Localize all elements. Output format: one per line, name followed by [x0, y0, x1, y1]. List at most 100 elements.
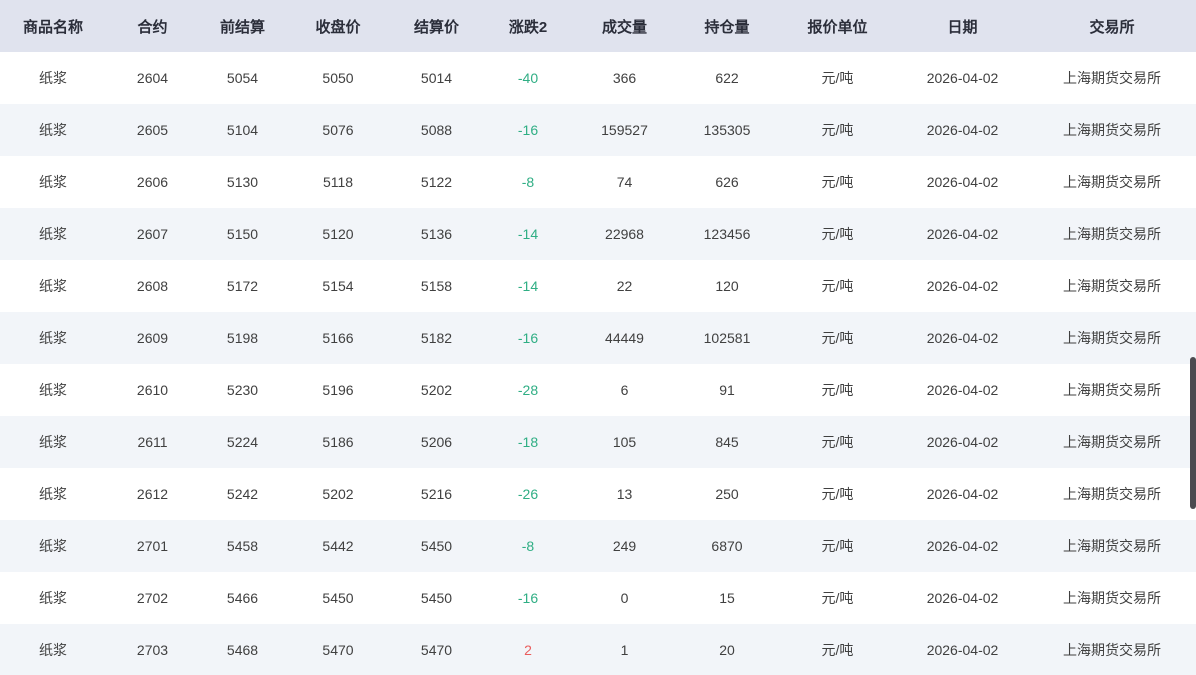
cell-volume: 1	[573, 624, 676, 675]
cell-volume: 22968	[573, 208, 676, 260]
table-row[interactable]: 纸浆 2609 5198 5166 5182 -16 44449 102581 元/吨 2026-…	[0, 312, 1196, 364]
cell-close: 5120	[286, 208, 390, 260]
cell-prev_settle: 5172	[199, 260, 286, 312]
column-header-close: 收盘价	[286, 0, 390, 52]
cell-exchange: 上海期货交易所	[1028, 416, 1196, 468]
cell-close: 5118	[286, 156, 390, 208]
cell-volume: 22	[573, 260, 676, 312]
cell-contract: 2605	[106, 104, 199, 156]
cell-volume: 44449	[573, 312, 676, 364]
cell-settle: 5450	[390, 572, 483, 624]
cell-contract: 2701	[106, 520, 199, 572]
cell-open_interest: 15	[676, 572, 778, 624]
cell-change: -16	[483, 572, 573, 624]
cell-volume: 6	[573, 364, 676, 416]
cell-settle: 5122	[390, 156, 483, 208]
cell-open_interest: 123456	[676, 208, 778, 260]
cell-name: 纸浆	[0, 156, 106, 208]
cell-change: -28	[483, 364, 573, 416]
cell-open_interest: 626	[676, 156, 778, 208]
column-header-exchange: 交易所	[1028, 0, 1196, 52]
cell-unit: 元/吨	[778, 156, 897, 208]
vertical-scrollbar-thumb[interactable]	[1190, 357, 1196, 509]
column-header-unit: 报价单位	[778, 0, 897, 52]
cell-date: 2026-04-02	[897, 468, 1028, 520]
cell-settle: 5182	[390, 312, 483, 364]
table-row[interactable]: 纸浆 2604 5054 5050 5014 -40 366 622 元/吨 2026-04-02…	[0, 52, 1196, 104]
cell-prev_settle: 5054	[199, 52, 286, 104]
table-row[interactable]: 纸浆 2701 5458 5442 5450 -8 249 6870 元/吨 2026-04-02…	[0, 520, 1196, 572]
table-row[interactable]: 纸浆 2605 5104 5076 5088 -16 159527 135305 元/吨 2026…	[0, 104, 1196, 156]
cell-name: 纸浆	[0, 624, 106, 675]
cell-date: 2026-04-02	[897, 52, 1028, 104]
cell-contract: 2611	[106, 416, 199, 468]
cell-open_interest: 20	[676, 624, 778, 675]
cell-prev_settle: 5130	[199, 156, 286, 208]
cell-unit: 元/吨	[778, 52, 897, 104]
cell-name: 纸浆	[0, 416, 106, 468]
cell-contract: 2612	[106, 468, 199, 520]
cell-close: 5166	[286, 312, 390, 364]
cell-volume: 74	[573, 156, 676, 208]
cell-settle: 5088	[390, 104, 483, 156]
cell-contract: 2609	[106, 312, 199, 364]
cell-change: -8	[483, 520, 573, 572]
cell-prev_settle: 5466	[199, 572, 286, 624]
cell-settle: 5206	[390, 416, 483, 468]
cell-exchange: 上海期货交易所	[1028, 364, 1196, 416]
table-row[interactable]: 纸浆 2610 5230 5196 5202 -28 6 91 元/吨 2026-04-02 上海期…	[0, 364, 1196, 416]
cell-change: -14	[483, 260, 573, 312]
cell-change: -26	[483, 468, 573, 520]
cell-change: -16	[483, 312, 573, 364]
cell-date: 2026-04-02	[897, 312, 1028, 364]
cell-unit: 元/吨	[778, 104, 897, 156]
table-row[interactable]: 纸浆 2611 5224 5186 5206 -18 105 845 元/吨 2026-04-02…	[0, 416, 1196, 468]
cell-close: 5186	[286, 416, 390, 468]
cell-contract: 2607	[106, 208, 199, 260]
cell-change: -16	[483, 104, 573, 156]
cell-contract: 2703	[106, 624, 199, 675]
cell-date: 2026-04-02	[897, 260, 1028, 312]
cell-date: 2026-04-02	[897, 520, 1028, 572]
cell-close: 5076	[286, 104, 390, 156]
cell-unit: 元/吨	[778, 364, 897, 416]
table-header-row: 商品名称 合约 前结算 收盘价 结算价 涨跌2 成交量 持仓量 报价单位 日期 交易所	[0, 0, 1196, 52]
cell-volume: 249	[573, 520, 676, 572]
cell-close: 5050	[286, 52, 390, 104]
cell-unit: 元/吨	[778, 208, 897, 260]
column-header-contract: 合约	[106, 0, 199, 52]
cell-close: 5450	[286, 572, 390, 624]
cell-unit: 元/吨	[778, 416, 897, 468]
cell-name: 纸浆	[0, 468, 106, 520]
table-row[interactable]: 纸浆 2607 5150 5120 5136 -14 22968 123456 元/吨 2026-…	[0, 208, 1196, 260]
table-row[interactable]: 纸浆 2702 5466 5450 5450 -16 0 15 元/吨 2026-04-02 上海期…	[0, 572, 1196, 624]
cell-exchange: 上海期货交易所	[1028, 624, 1196, 675]
cell-prev_settle: 5458	[199, 520, 286, 572]
cell-change: -18	[483, 416, 573, 468]
table-row[interactable]: 纸浆 2703 5468 5470 5470 2 1 20 元/吨 2026-04-02 上海期货交…	[0, 624, 1196, 675]
cell-open_interest: 845	[676, 416, 778, 468]
cell-volume: 159527	[573, 104, 676, 156]
cell-prev_settle: 5198	[199, 312, 286, 364]
cell-open_interest: 91	[676, 364, 778, 416]
cell-volume: 0	[573, 572, 676, 624]
table-row[interactable]: 纸浆 2608 5172 5154 5158 -14 22 120 元/吨 2026-04-02 上…	[0, 260, 1196, 312]
cell-contract: 2702	[106, 572, 199, 624]
cell-date: 2026-04-02	[897, 156, 1028, 208]
cell-unit: 元/吨	[778, 520, 897, 572]
table-row[interactable]: 纸浆 2612 5242 5202 5216 -26 13 250 元/吨 2026-04-02 上…	[0, 468, 1196, 520]
cell-exchange: 上海期货交易所	[1028, 260, 1196, 312]
cell-date: 2026-04-02	[897, 416, 1028, 468]
cell-open_interest: 6870	[676, 520, 778, 572]
cell-prev_settle: 5224	[199, 416, 286, 468]
cell-unit: 元/吨	[778, 468, 897, 520]
cell-prev_settle: 5230	[199, 364, 286, 416]
table-body: 纸浆 2604 5054 5050 5014 -40 366 622 元/吨 2026-04-02…	[0, 52, 1196, 675]
column-header-date: 日期	[897, 0, 1028, 52]
table-row[interactable]: 纸浆 2606 5130 5118 5122 -8 74 626 元/吨 2026-04-02 上海…	[0, 156, 1196, 208]
cell-change: -40	[483, 52, 573, 104]
cell-settle: 5470	[390, 624, 483, 675]
cell-exchange: 上海期货交易所	[1028, 208, 1196, 260]
cell-change: -8	[483, 156, 573, 208]
cell-unit: 元/吨	[778, 624, 897, 675]
